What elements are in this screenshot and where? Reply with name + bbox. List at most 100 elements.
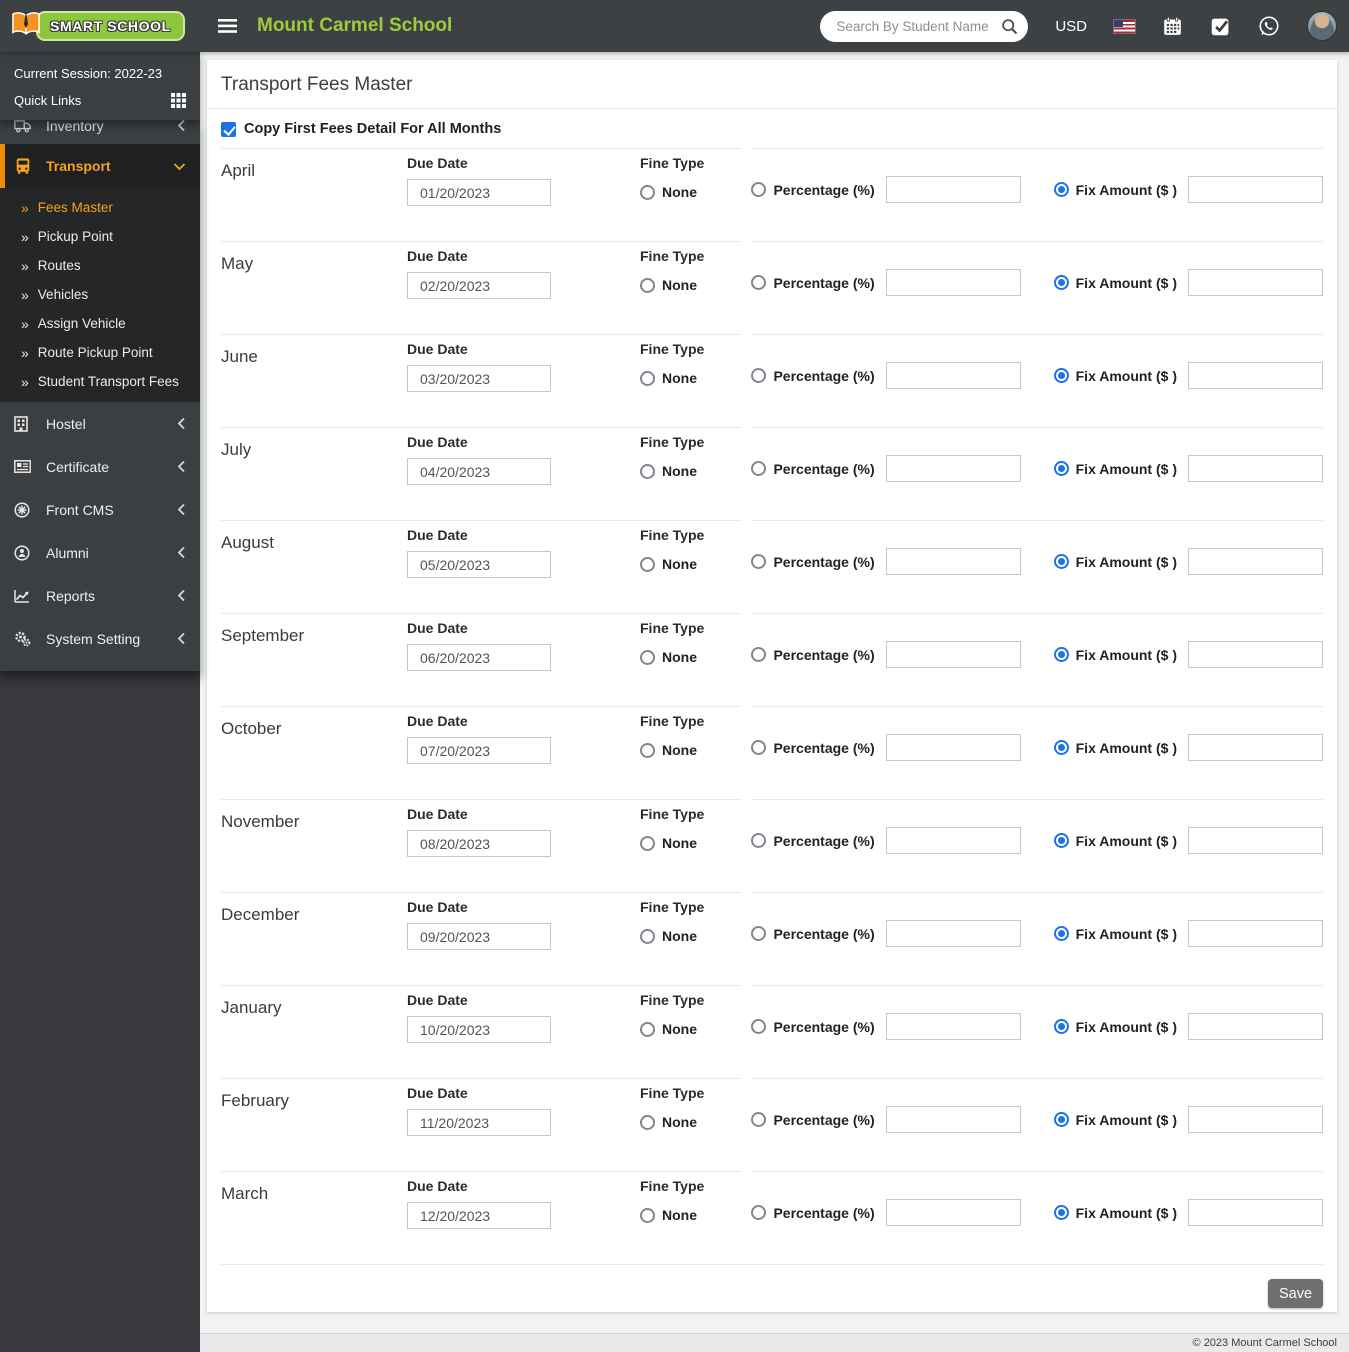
fine-none-radio[interactable] bbox=[640, 650, 655, 665]
task-check-icon[interactable] bbox=[1210, 16, 1231, 37]
fine-fix-amount-label[interactable]: Fix Amount ($ ) bbox=[1076, 182, 1177, 198]
sidebar-item-reports[interactable]: Reports bbox=[0, 574, 200, 617]
fine-percentage-label[interactable]: Percentage (%) bbox=[773, 833, 874, 849]
sidebar-item-certificate[interactable]: Certificate bbox=[0, 445, 200, 488]
fix-amount-input[interactable] bbox=[1188, 734, 1323, 761]
fix-amount-input[interactable] bbox=[1188, 548, 1323, 575]
fine-percentage-radio[interactable] bbox=[751, 1205, 766, 1220]
fine-percentage-label[interactable]: Percentage (%) bbox=[773, 1205, 874, 1221]
percentage-input[interactable] bbox=[886, 1013, 1021, 1040]
calendar-icon[interactable] bbox=[1162, 16, 1183, 37]
due-date-input[interactable] bbox=[407, 179, 551, 206]
fine-percentage-label[interactable]: Percentage (%) bbox=[773, 554, 874, 570]
fine-none-label[interactable]: None bbox=[662, 1207, 697, 1223]
grid-icon[interactable] bbox=[171, 93, 186, 108]
fine-none-radio[interactable] bbox=[640, 1115, 655, 1130]
fine-percentage-label[interactable]: Percentage (%) bbox=[773, 647, 874, 663]
fine-fix-amount-label[interactable]: Fix Amount ($ ) bbox=[1076, 926, 1177, 942]
smart-school-logo[interactable]: SMART SCHOOL bbox=[10, 10, 185, 43]
fine-percentage-radio[interactable] bbox=[751, 461, 766, 476]
fine-fix-amount-label[interactable]: Fix Amount ($ ) bbox=[1076, 740, 1177, 756]
due-date-input[interactable] bbox=[407, 830, 551, 857]
fine-fix-amount-label[interactable]: Fix Amount ($ ) bbox=[1076, 1112, 1177, 1128]
fine-percentage-label[interactable]: Percentage (%) bbox=[773, 926, 874, 942]
fix-amount-input[interactable] bbox=[1188, 827, 1323, 854]
fix-amount-input[interactable] bbox=[1188, 1106, 1323, 1133]
search-icon[interactable] bbox=[1001, 18, 1018, 35]
fix-amount-input[interactable] bbox=[1188, 1199, 1323, 1226]
fine-fix-amount-radio[interactable] bbox=[1054, 833, 1069, 848]
fine-none-label[interactable]: None bbox=[662, 1114, 697, 1130]
fine-fix-amount-radio[interactable] bbox=[1054, 368, 1069, 383]
fine-none-label[interactable]: None bbox=[662, 277, 697, 293]
percentage-input[interactable] bbox=[886, 362, 1021, 389]
copy-fees-label[interactable]: Copy First Fees Detail For All Months bbox=[244, 121, 501, 137]
sidebar-item-front-cms[interactable]: Front CMS bbox=[0, 488, 200, 531]
fine-none-label[interactable]: None bbox=[662, 649, 697, 665]
fine-percentage-label[interactable]: Percentage (%) bbox=[773, 740, 874, 756]
fine-percentage-label[interactable]: Percentage (%) bbox=[773, 182, 874, 198]
fix-amount-input[interactable] bbox=[1188, 362, 1323, 389]
due-date-input[interactable] bbox=[407, 458, 551, 485]
fine-fix-amount-label[interactable]: Fix Amount ($ ) bbox=[1076, 647, 1177, 663]
save-button[interactable]: Save bbox=[1268, 1279, 1323, 1308]
fine-fix-amount-radio[interactable] bbox=[1054, 554, 1069, 569]
sidebar-item-system-setting[interactable]: System Setting bbox=[0, 617, 200, 660]
whatsapp-icon[interactable] bbox=[1258, 15, 1280, 37]
language-flag-icon[interactable] bbox=[1114, 20, 1135, 33]
fine-none-radio[interactable] bbox=[640, 1208, 655, 1223]
fine-none-label[interactable]: None bbox=[662, 556, 697, 572]
sidebar-subitem-student-transport-fees[interactable]: » Student Transport Fees bbox=[0, 367, 200, 396]
fine-fix-amount-label[interactable]: Fix Amount ($ ) bbox=[1076, 554, 1177, 570]
fine-percentage-radio[interactable] bbox=[751, 647, 766, 662]
due-date-input[interactable] bbox=[407, 1109, 551, 1136]
sidebar-subitem-route-pickup-point[interactable]: » Route Pickup Point bbox=[0, 338, 200, 367]
fine-fix-amount-label[interactable]: Fix Amount ($ ) bbox=[1076, 368, 1177, 384]
fine-none-radio[interactable] bbox=[640, 371, 655, 386]
fix-amount-input[interactable] bbox=[1188, 269, 1323, 296]
fine-percentage-label[interactable]: Percentage (%) bbox=[773, 275, 874, 291]
fine-none-radio[interactable] bbox=[640, 743, 655, 758]
sidebar-item-transport[interactable]: Transport bbox=[0, 144, 200, 188]
fix-amount-input[interactable] bbox=[1188, 920, 1323, 947]
fine-percentage-radio[interactable] bbox=[751, 554, 766, 569]
fine-none-label[interactable]: None bbox=[662, 370, 697, 386]
fine-fix-amount-label[interactable]: Fix Amount ($ ) bbox=[1076, 275, 1177, 291]
fine-fix-amount-radio[interactable] bbox=[1054, 926, 1069, 941]
due-date-input[interactable] bbox=[407, 1016, 551, 1043]
fine-fix-amount-radio[interactable] bbox=[1054, 1112, 1069, 1127]
fine-percentage-label[interactable]: Percentage (%) bbox=[773, 368, 874, 384]
copy-fees-checkbox[interactable] bbox=[221, 122, 236, 137]
fine-none-radio[interactable] bbox=[640, 278, 655, 293]
fine-percentage-radio[interactable] bbox=[751, 1112, 766, 1127]
fine-fix-amount-radio[interactable] bbox=[1054, 740, 1069, 755]
fine-none-label[interactable]: None bbox=[662, 184, 697, 200]
due-date-input[interactable] bbox=[407, 644, 551, 671]
fine-none-label[interactable]: None bbox=[662, 835, 697, 851]
sidebar-item-alumni[interactable]: Alumni bbox=[0, 531, 200, 574]
fine-percentage-radio[interactable] bbox=[751, 740, 766, 755]
percentage-input[interactable] bbox=[886, 269, 1021, 296]
percentage-input[interactable] bbox=[886, 920, 1021, 947]
due-date-input[interactable] bbox=[407, 1202, 551, 1229]
sidebar-item-inventory[interactable]: Inventory bbox=[0, 120, 200, 144]
fine-fix-amount-radio[interactable] bbox=[1054, 647, 1069, 662]
percentage-input[interactable] bbox=[886, 455, 1021, 482]
percentage-input[interactable] bbox=[886, 827, 1021, 854]
fine-percentage-radio[interactable] bbox=[751, 926, 766, 941]
sidebar-subitem-pickup-point[interactable]: » Pickup Point bbox=[0, 222, 200, 251]
sidebar-subitem-assign-vehicle[interactable]: » Assign Vehicle bbox=[0, 309, 200, 338]
fine-percentage-radio[interactable] bbox=[751, 1019, 766, 1034]
search-input[interactable] bbox=[836, 19, 1001, 34]
fine-fix-amount-label[interactable]: Fix Amount ($ ) bbox=[1076, 833, 1177, 849]
fine-none-radio[interactable] bbox=[640, 1022, 655, 1037]
fix-amount-input[interactable] bbox=[1188, 455, 1323, 482]
fine-none-label[interactable]: None bbox=[662, 742, 697, 758]
fine-fix-amount-radio[interactable] bbox=[1054, 182, 1069, 197]
user-avatar[interactable] bbox=[1307, 11, 1337, 41]
sidebar-item-hostel[interactable]: Hostel bbox=[0, 402, 200, 445]
percentage-input[interactable] bbox=[886, 1199, 1021, 1226]
fine-none-radio[interactable] bbox=[640, 464, 655, 479]
fine-none-label[interactable]: None bbox=[662, 463, 697, 479]
fine-fix-amount-radio[interactable] bbox=[1054, 1205, 1069, 1220]
